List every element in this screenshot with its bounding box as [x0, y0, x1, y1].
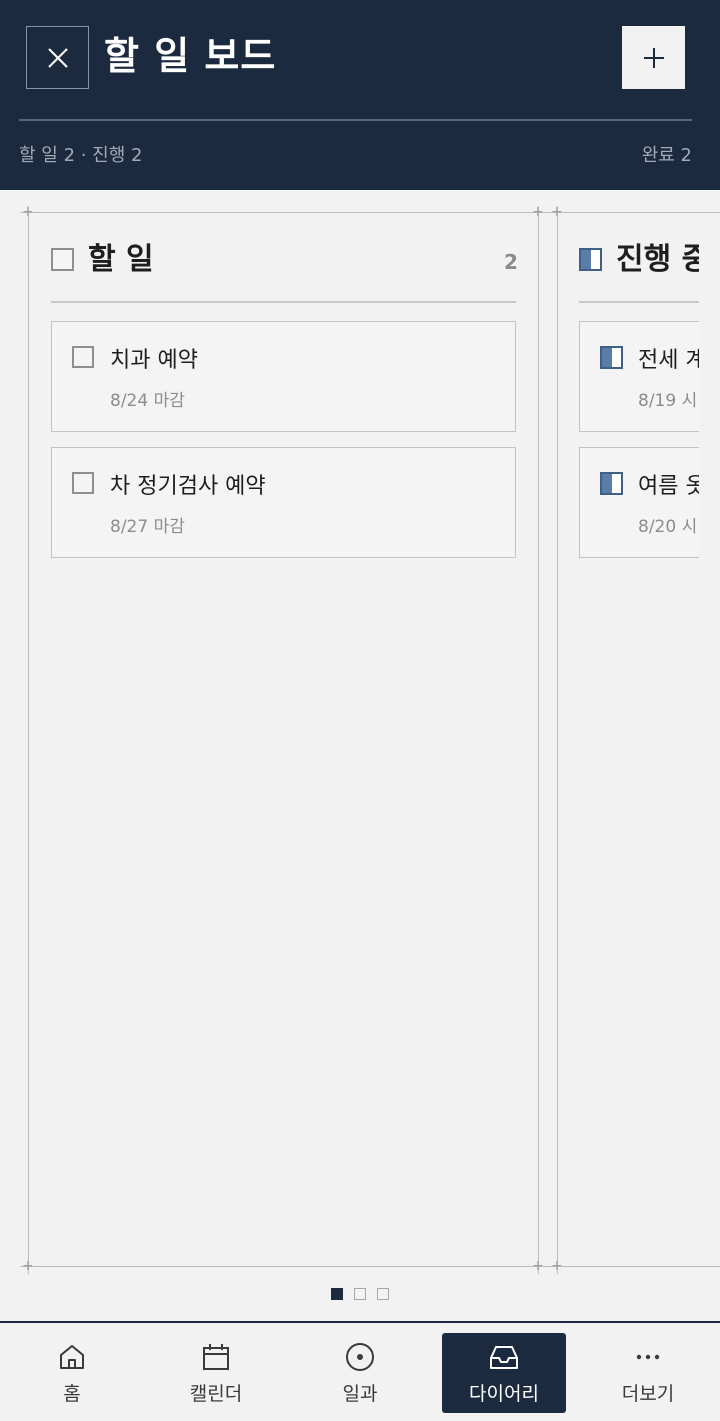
in-progress-icon[interactable]: [600, 346, 623, 369]
header-divider: [19, 119, 692, 121]
page-title: 할 일 보드: [104, 34, 277, 78]
close-icon: [47, 47, 68, 68]
frame-corner-mark: +: [551, 1258, 563, 1274]
calendar-icon: [201, 1339, 231, 1375]
board-column-in-progress: 진행 중 전세 계 8/19 시 여름 옷 8/20 시: [0, 190, 699, 1321]
app-header: 할 일 보드 할 일 2 · 진행 2 완료 2: [0, 0, 720, 190]
page-dot[interactable]: [354, 1288, 366, 1300]
circle-dot-icon: [344, 1339, 376, 1375]
bottom-navigation: 홈 캘린더 일과 다이어리 더보기: [0, 1321, 720, 1421]
more-icon: [633, 1339, 663, 1375]
in-progress-icon[interactable]: [600, 472, 623, 495]
close-button[interactable]: [26, 26, 89, 89]
task-title: 전세 계: [638, 348, 699, 373]
add-task-button[interactable]: [622, 26, 685, 89]
nav-label: 다이어리: [469, 1383, 539, 1405]
task-card[interactable]: 여름 옷 8/20 시: [579, 447, 699, 558]
nav-more[interactable]: 더보기: [586, 1333, 710, 1413]
nav-routine[interactable]: 일과: [298, 1333, 422, 1413]
kanban-board[interactable]: 할 일 2 치과 예약 8/24 마감 차 정기검사 예약 8/27 마감 진행…: [0, 190, 720, 1321]
task-start-date: 8/20 시: [638, 517, 698, 537]
nav-diary[interactable]: 다이어리: [442, 1333, 566, 1413]
task-card[interactable]: 전세 계 8/19 시: [579, 321, 699, 432]
page-dot[interactable]: [377, 1288, 389, 1300]
in-progress-status-icon: [579, 248, 602, 271]
stats-done: 완료 2: [641, 145, 692, 166]
plus-icon: [643, 47, 664, 68]
frame-corner-mark: +: [532, 204, 544, 220]
nav-calendar[interactable]: 캘린더: [154, 1333, 278, 1413]
frame-corner-mark: +: [551, 204, 563, 220]
page-dot[interactable]: [331, 1288, 343, 1300]
nav-label: 캘린더: [189, 1383, 243, 1405]
column-divider: [579, 301, 699, 303]
nav-label: 더보기: [621, 1383, 675, 1405]
inbox-icon: [488, 1339, 520, 1375]
stats-summary: 할 일 2 · 진행 2: [19, 145, 143, 166]
frame-corner-mark: +: [22, 1258, 34, 1274]
nav-label: 홈: [63, 1383, 81, 1405]
nav-label: 일과: [342, 1383, 378, 1405]
page-indicator: [0, 1288, 720, 1300]
task-title: 여름 옷: [638, 474, 699, 499]
nav-home[interactable]: 홈: [10, 1333, 134, 1413]
frame-corner-mark: +: [532, 1258, 544, 1274]
task-start-date: 8/19 시: [638, 391, 698, 411]
column-title: 진행 중: [616, 242, 699, 277]
frame-corner-mark: +: [22, 204, 34, 220]
home-icon: [57, 1339, 87, 1375]
